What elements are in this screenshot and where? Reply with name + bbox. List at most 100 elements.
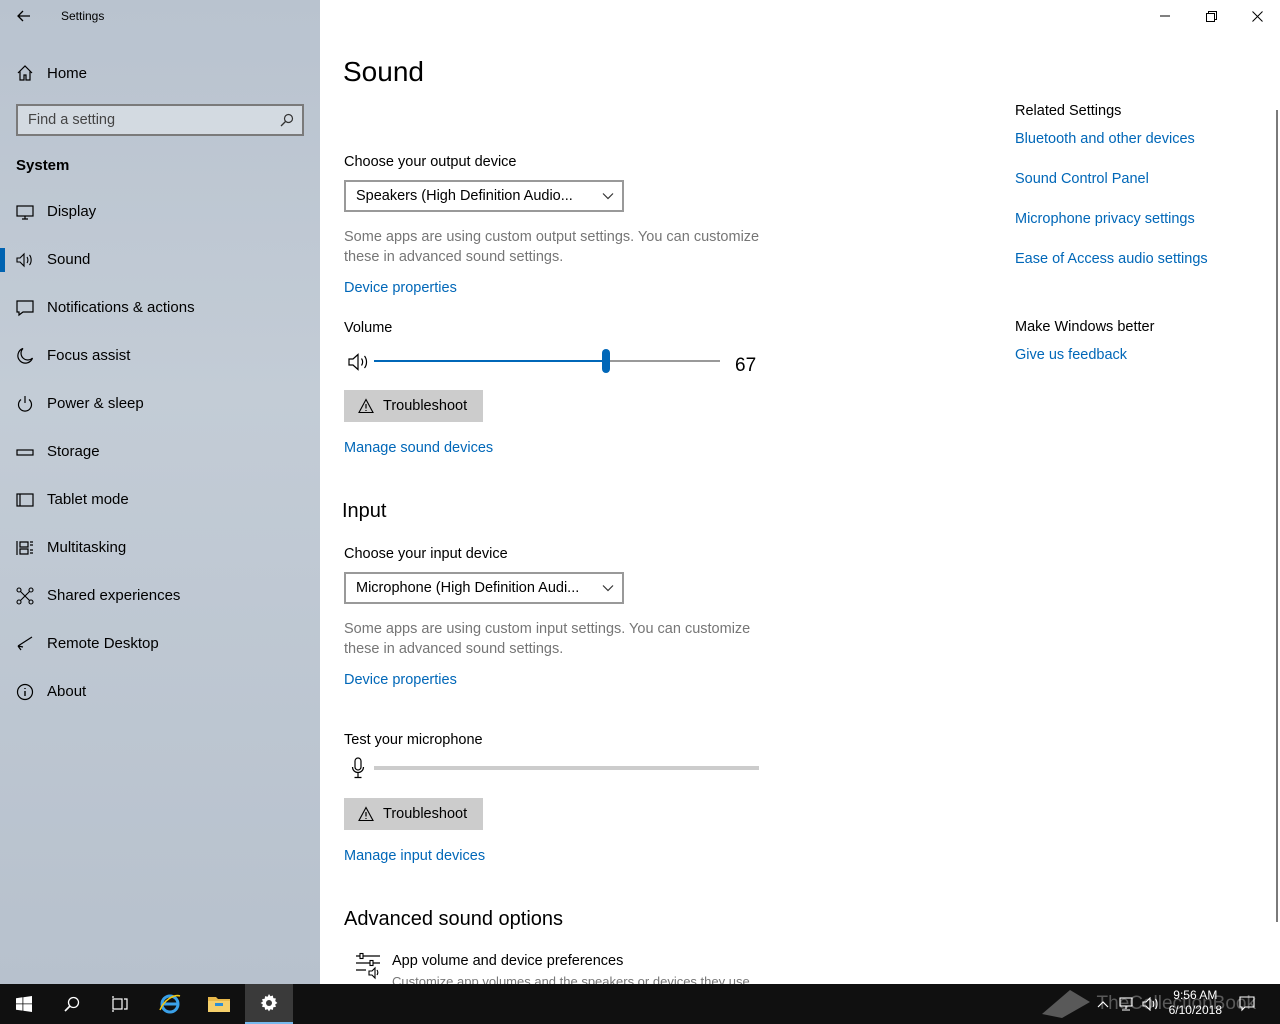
clock-date: 6/10/2018	[1168, 1003, 1222, 1017]
sidebar-item-label: Display	[47, 203, 97, 220]
taskbar-search-button[interactable]	[48, 984, 96, 1024]
volume-slider[interactable]	[374, 349, 720, 373]
volume-tray-button[interactable]	[1140, 984, 1162, 1024]
input-device-label: Choose your input device	[344, 546, 508, 562]
related-link-bluetooth[interactable]: Bluetooth and other devices	[1015, 131, 1195, 147]
chevron-up-icon	[1097, 1001, 1109, 1008]
show-hidden-icons-button[interactable]	[1092, 984, 1114, 1024]
output-device-label: Choose your output device	[344, 154, 517, 170]
task-view-button[interactable]	[96, 984, 144, 1024]
input-description: Some apps are using custom input setting…	[344, 621, 751, 657]
make-windows-better-heading: Make Windows better	[1015, 319, 1155, 335]
output-device-properties-link[interactable]: Device properties	[344, 280, 457, 296]
volume-slider-thumb[interactable]	[601, 349, 610, 373]
give-feedback-link[interactable]: Give us feedback	[1015, 347, 1127, 363]
app-volume-preferences-link[interactable]: App volume and device preferences	[392, 953, 623, 969]
sidebar: Settings Home System Display Sound Notif…	[0, 0, 320, 984]
input-heading: Input	[342, 500, 387, 522]
sidebar-item-sound[interactable]: Sound	[0, 236, 320, 284]
restore-icon	[1205, 10, 1217, 22]
sidebar-item-display[interactable]: Display	[0, 188, 320, 236]
search-icon[interactable]	[280, 113, 294, 127]
internet-explorer-icon	[159, 994, 181, 1014]
minimize-button[interactable]	[1142, 0, 1188, 32]
title-bar: Settings	[0, 0, 320, 32]
input-troubleshoot-button[interactable]: Troubleshoot	[344, 798, 483, 830]
manage-input-devices-link[interactable]: Manage input devices	[344, 848, 485, 864]
volume-label: Volume	[344, 320, 393, 336]
taskbar: TheCollectionBook 9:56 AM 6/10/2018	[0, 984, 1280, 1024]
close-button[interactable]	[1234, 0, 1280, 32]
output-device-value: Speakers (High Definition Audio...	[356, 188, 573, 204]
start-button[interactable]	[0, 984, 48, 1024]
test-microphone-label: Test your microphone	[344, 732, 483, 748]
edge-browser-button[interactable]	[146, 984, 194, 1024]
related-link-microphone-privacy[interactable]: Microphone privacy settings	[1015, 211, 1195, 227]
sidebar-item-label: Tablet mode	[47, 491, 129, 508]
sidebar-item-label: Remote Desktop	[47, 635, 159, 652]
sidebar-item-about[interactable]: About	[0, 668, 320, 716]
power-icon	[17, 396, 33, 412]
microphone-icon	[351, 757, 365, 779]
restore-button[interactable]	[1188, 0, 1234, 32]
book-logo-icon	[1041, 990, 1090, 1018]
notifications-icon	[16, 300, 34, 317]
network-tray-button[interactable]	[1116, 984, 1138, 1024]
volume-tray-icon	[1142, 997, 1158, 1011]
page-title: Sound	[343, 56, 424, 87]
shared-experiences-icon	[16, 587, 34, 605]
sidebar-item-home[interactable]: Home	[0, 56, 320, 90]
related-settings-heading: Related Settings	[1015, 103, 1122, 119]
action-center-button[interactable]	[1232, 984, 1262, 1024]
network-icon	[1119, 997, 1133, 1011]
app-title: Settings	[61, 9, 105, 23]
volume-icon[interactable]	[348, 353, 370, 371]
scrollbar[interactable]	[1276, 110, 1278, 922]
sidebar-item-label: Focus assist	[47, 347, 131, 364]
volume-value: 67	[735, 355, 757, 376]
search-input[interactable]	[18, 106, 268, 134]
volume-slider-fill	[374, 360, 606, 362]
settings-taskbar-button[interactable]	[245, 984, 293, 1024]
input-device-dropdown[interactable]: Microphone (High Definition Audi...	[344, 572, 624, 604]
file-explorer-button[interactable]	[195, 984, 243, 1024]
output-device-dropdown[interactable]: Speakers (High Definition Audio...	[344, 180, 624, 212]
sidebar-item-multitasking[interactable]: Multitasking	[0, 524, 320, 572]
sidebar-item-tablet-mode[interactable]: Tablet mode	[0, 476, 320, 524]
sidebar-nav: Display Sound Notifications & actions Fo…	[0, 188, 320, 716]
windows-logo-icon	[16, 996, 32, 1012]
sidebar-item-storage[interactable]: Storage	[0, 428, 320, 476]
related-link-sound-control-panel[interactable]: Sound Control Panel	[1015, 171, 1149, 187]
monitor-icon	[16, 205, 34, 220]
output-troubleshoot-button[interactable]: Troubleshoot	[344, 390, 483, 422]
related-link-ease-of-access-audio[interactable]: Ease of Access audio settings	[1015, 251, 1208, 267]
action-center-icon	[1239, 996, 1255, 1012]
sidebar-item-shared-experiences[interactable]: Shared experiences	[0, 572, 320, 620]
taskbar-clock[interactable]: 9:56 AM 6/10/2018	[1169, 988, 1222, 1018]
clock-time: 9:56 AM	[1173, 988, 1218, 1002]
sidebar-item-notifications[interactable]: Notifications & actions	[0, 284, 320, 332]
sidebar-item-power-sleep[interactable]: Power & sleep	[0, 380, 320, 428]
storage-icon	[16, 449, 34, 456]
sidebar-item-focus-assist[interactable]: Focus assist	[0, 332, 320, 380]
warning-icon	[358, 398, 374, 414]
folder-icon	[208, 997, 230, 1012]
search-box[interactable]	[16, 104, 304, 136]
sidebar-item-label: Power & sleep	[47, 395, 144, 412]
sidebar-item-remote-desktop[interactable]: Remote Desktop	[0, 620, 320, 668]
info-icon	[16, 683, 34, 701]
section-label-system: System	[16, 157, 70, 174]
tablet-icon	[16, 493, 34, 507]
manage-sound-devices-link[interactable]: Manage sound devices	[344, 440, 493, 456]
sliders-icon	[356, 952, 380, 980]
sidebar-item-label: Sound	[47, 251, 91, 268]
remote-desktop-icon	[17, 636, 33, 651]
troubleshoot-label: Troubleshoot	[383, 806, 468, 822]
main-content: Sound Choose your output device Speakers…	[320, 0, 1280, 984]
back-button[interactable]	[8, 4, 40, 28]
gear-icon	[260, 994, 278, 1012]
input-device-value: Microphone (High Definition Audi...	[356, 580, 580, 596]
input-device-properties-link[interactable]: Device properties	[344, 672, 457, 688]
sidebar-item-label: About	[47, 683, 87, 700]
multitasking-icon	[16, 541, 33, 555]
